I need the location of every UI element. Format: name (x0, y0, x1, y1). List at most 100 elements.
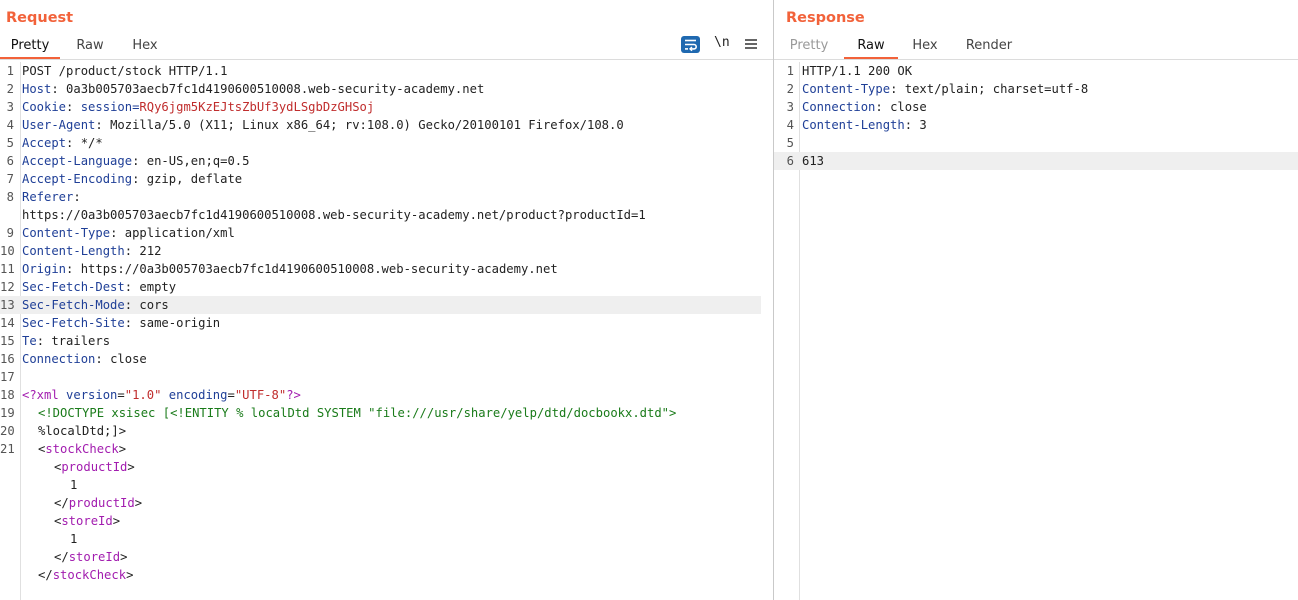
line-content: POST /product/stock HTTP/1.1 (22, 62, 227, 80)
header-separator: : (73, 190, 89, 204)
code-line: <storeId> (0, 512, 761, 530)
code-line: 2 Host: 0a3b005703aecb7fc1d4190600510008.… (0, 80, 761, 98)
header-separator: : (132, 154, 147, 168)
xml-value: "UTF-8" (234, 388, 287, 402)
line-number: 19 (0, 406, 15, 420)
line-number: 10 (0, 244, 15, 258)
cookie-name: session= (80, 100, 140, 114)
header-separator: : (124, 244, 140, 258)
tab-render[interactable]: Render (958, 35, 1020, 57)
header-name: Content-Length (22, 244, 125, 258)
hamburger-menu-icon[interactable] (745, 36, 757, 55)
code-line: 1 POST /product/stock HTTP/1.1 (0, 62, 761, 80)
code-line: 1 HTTP/1.1 200 OK (774, 62, 1298, 80)
response-editor[interactable]: 1 HTTP/1.1 200 OK 2 Content-Type: text/plai… (774, 62, 1298, 170)
header-name: Te (22, 334, 37, 348)
line-content: Connection: close (802, 98, 927, 116)
tab-hex[interactable]: Hex (901, 35, 949, 57)
request-editor[interactable]: 1 POST /product/stock HTTP/1.1 2 Host: 0a3b… (0, 62, 761, 584)
header-separator: : (124, 298, 140, 312)
code-line: 4 User-Agent: Mozilla/5.0 (X11; Linux x86… (0, 116, 761, 134)
header-separator: : (124, 280, 140, 294)
wrap-lines-icon[interactable] (681, 36, 700, 53)
bracket: > (134, 496, 143, 510)
code-line: </productId> (0, 494, 761, 512)
line-number: 21 (0, 442, 15, 456)
header-value: application/xml (124, 226, 235, 240)
line-content: Referer: (22, 188, 88, 206)
tab-pretty[interactable]: Pretty (0, 35, 60, 59)
line-content: <stockCheck> (38, 440, 126, 458)
line-number: 9 (6, 226, 14, 240)
header-name: Content-Type (22, 226, 111, 240)
xml-tag: storeId (68, 550, 121, 564)
code-line: 10 Content-Length: 212 (0, 242, 761, 260)
header-separator: : (66, 262, 81, 276)
line-number: 11 (0, 262, 15, 276)
header-value: close (890, 100, 927, 114)
bracket: </ (54, 496, 69, 510)
bracket: > (112, 514, 121, 528)
entity-reference: %localDtd;]> (38, 424, 127, 438)
line-number: 6 (6, 154, 14, 168)
line-content: 1 (70, 476, 77, 494)
tab-hex[interactable]: Hex (120, 35, 170, 57)
line-number: 4 (6, 118, 14, 132)
header-value: 0a3b005703aecb7fc1d4190600510008.web-sec… (66, 82, 485, 96)
tab-raw[interactable]: Raw (844, 35, 898, 59)
line-content: Connection: close (22, 350, 147, 368)
line-content: <!DOCTYPE xsisec [<!ENTITY % localDtd SY… (38, 404, 676, 422)
line-number: 2 (786, 82, 794, 96)
code-line: https://0a3b005703aecb7fc1d4190600510008… (0, 206, 761, 224)
line-number: 1 (786, 64, 794, 78)
line-text: 613 (802, 154, 825, 168)
xml-tag: stockCheck (45, 442, 119, 456)
line-number: 7 (6, 172, 14, 186)
show-newlines-button[interactable]: \n (714, 35, 730, 50)
header-separator: : (66, 136, 81, 150)
header-name: Sec-Fetch-Dest (22, 280, 125, 294)
line-content: </stockCheck> (38, 566, 133, 584)
header-separator: : (95, 352, 111, 366)
header-value: close (110, 352, 147, 366)
header-separator: : (51, 82, 67, 96)
line-content: Cookie: session=RQy6jgm5KzEJtsZbUf3ydLSg… (22, 98, 374, 116)
header-separator: : (875, 100, 891, 114)
line-number: 1 (6, 64, 14, 78)
header-value: cors (139, 298, 169, 312)
code-line: 14 Sec-Fetch-Site: same-origin (0, 314, 761, 332)
line-content: </productId> (54, 494, 142, 512)
header-name: Content-Length (802, 118, 905, 132)
line-number: 3 (786, 100, 794, 114)
line-number: 14 (0, 316, 15, 330)
code-line: 2 Content-Type: text/plain; charset=utf-8 (774, 80, 1298, 98)
bracket: > (127, 460, 135, 474)
header-value: trailers (51, 334, 111, 348)
header-separator: : (890, 82, 905, 96)
code-line: 16 Connection: close (0, 350, 761, 368)
code-line: 5 Accept: */* (0, 134, 761, 152)
line-content: https://0a3b005703aecb7fc1d4190600510008… (22, 206, 646, 224)
line-content: Accept-Encoding: gzip, deflate (22, 170, 242, 188)
code-line: </stockCheck> (0, 566, 761, 584)
line-number: 18 (0, 388, 15, 402)
code-line: 17 (0, 368, 761, 386)
tab-pretty[interactable]: Pretty (780, 35, 838, 57)
bracket: > (118, 442, 127, 456)
code-line: </storeId> (0, 548, 761, 566)
line-content: Sec-Fetch-Dest: empty (22, 278, 176, 296)
equals: = (227, 388, 235, 402)
line-content: Accept: */* (22, 134, 103, 152)
line-content: Content-Type: text/plain; charset=utf-8 (802, 80, 1088, 98)
line-content: <productId> (54, 458, 135, 476)
xml-decl: ?> (286, 388, 301, 402)
line-content: </storeId> (54, 548, 127, 566)
header-name: Host (22, 82, 52, 96)
request-pane: Request Pretty Raw Hex \n 1 POST /product… (0, 0, 773, 600)
header-value: empty (139, 280, 177, 294)
tab-raw[interactable]: Raw (62, 35, 118, 57)
line-content: HTTP/1.1 200 OK (802, 62, 912, 80)
header-name: Referer (22, 190, 74, 204)
line-content: Content-Type: application/xml (22, 224, 235, 242)
xml-attr: version (66, 388, 118, 402)
